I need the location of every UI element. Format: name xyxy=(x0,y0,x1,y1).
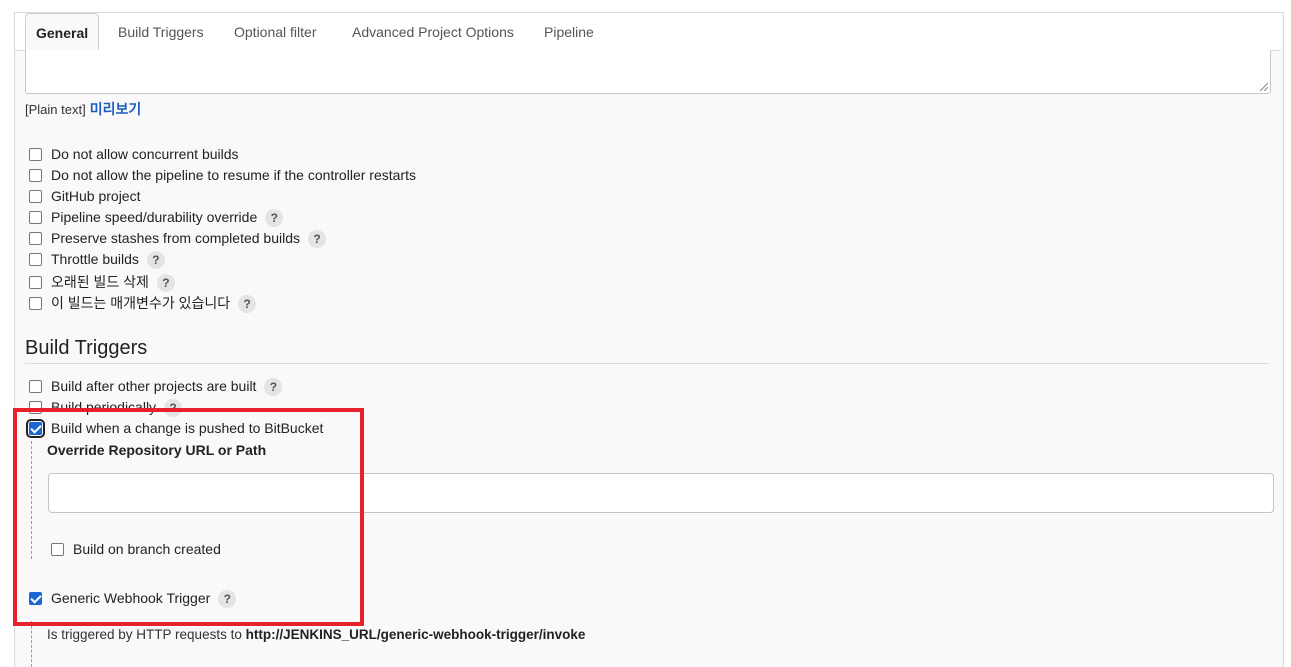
webhook-info-text: Is triggered by HTTP requests to http://… xyxy=(47,627,585,642)
checkbox[interactable] xyxy=(29,297,42,310)
checkbox[interactable] xyxy=(29,232,42,245)
option-no-resume-pipeline[interactable]: Do not allow the pipeline to resume if t… xyxy=(29,167,416,187)
trigger-bitbucket-push[interactable]: Build when a change is pushed to BitBuck… xyxy=(26,419,324,440)
help-icon[interactable]: ? xyxy=(156,274,175,293)
checkbox[interactable] xyxy=(29,190,42,203)
resize-handle-icon[interactable] xyxy=(1260,83,1268,91)
description-textarea[interactable] xyxy=(25,50,1271,94)
checkbox[interactable] xyxy=(29,253,42,266)
nested-options-guide xyxy=(31,621,32,667)
help-icon[interactable]: ? xyxy=(218,590,237,609)
override-repo-label: Override Repository URL or Path xyxy=(47,442,267,458)
tab-pipeline[interactable]: Pipeline xyxy=(534,13,604,50)
tab-optional-filter[interactable]: Optional filter xyxy=(224,13,326,50)
option-label: Build periodically xyxy=(51,399,157,415)
help-icon[interactable]: ? xyxy=(238,295,257,314)
option-label: 오래된 빌드 삭제 xyxy=(51,274,149,290)
tab-general[interactable]: General xyxy=(25,13,100,52)
trigger-build-periodically[interactable]: Build periodically? xyxy=(29,399,183,419)
option-label: Build on branch created xyxy=(73,541,221,557)
option-no-concurrent-builds[interactable]: Do not allow concurrent builds xyxy=(29,146,239,166)
tab-build-triggers[interactable]: Build Triggers xyxy=(108,13,214,50)
checkbox[interactable] xyxy=(51,543,64,556)
option-parameterized-build[interactable]: 이 빌드는 매개변수가 있습니다? xyxy=(29,293,257,314)
checkbox-checked[interactable] xyxy=(26,419,45,438)
option-discard-old-builds[interactable]: 오래된 빌드 삭제? xyxy=(29,272,175,293)
option-label: Build when a change is pushed to BitBuck… xyxy=(51,420,324,436)
plain-text-label: [Plain text] xyxy=(25,102,86,117)
option-github-project[interactable]: GitHub project xyxy=(29,188,140,208)
trigger-generic-webhook[interactable]: Generic Webhook Trigger? xyxy=(29,590,237,610)
description-format: [Plain text] 미리보기 xyxy=(25,99,141,119)
preview-link[interactable]: 미리보기 xyxy=(90,101,142,117)
checkbox[interactable] xyxy=(29,169,42,182)
checkbox[interactable] xyxy=(29,380,42,393)
tab-advanced-project-options[interactable]: Advanced Project Options xyxy=(342,13,524,50)
build-triggers-heading: Build Triggers xyxy=(25,337,148,359)
option-label: GitHub project xyxy=(51,188,141,204)
override-repo-input[interactable] xyxy=(48,473,1274,513)
trigger-after-other-projects[interactable]: Build after other projects are built? xyxy=(29,378,283,398)
option-preserve-stashes[interactable]: Preserve stashes from completed builds? xyxy=(29,230,326,250)
checkbox[interactable] xyxy=(29,211,42,224)
webhook-url: http://JENKINS_URL/generic-webhook-trigg… xyxy=(245,627,586,642)
checkbox[interactable] xyxy=(29,401,42,414)
option-pipeline-durability[interactable]: Pipeline speed/durability override? xyxy=(29,209,284,229)
option-label: Pipeline speed/durability override xyxy=(51,209,258,225)
help-icon[interactable]: ? xyxy=(264,378,283,397)
option-throttle-builds[interactable]: Throttle builds? xyxy=(29,251,165,271)
option-label: Do not allow concurrent builds xyxy=(51,146,239,162)
job-config-page: General Build Triggers Optional filter A… xyxy=(14,12,1284,667)
option-label: 이 빌드는 매개변수가 있습니다 xyxy=(51,295,231,311)
checkbox[interactable] xyxy=(29,276,42,289)
help-icon[interactable]: ? xyxy=(308,230,326,249)
config-tab-bar: General Build Triggers Optional filter A… xyxy=(15,13,1281,52)
checkbox-checked[interactable] xyxy=(29,592,42,605)
help-icon[interactable]: ? xyxy=(146,251,165,270)
section-divider xyxy=(25,363,1269,364)
option-label: Generic Webhook Trigger xyxy=(51,590,211,606)
nested-options-guide xyxy=(31,441,32,559)
webhook-info-prefix: Is triggered by HTTP requests to xyxy=(47,627,242,642)
option-label: Preserve stashes from completed builds xyxy=(51,230,300,246)
option-build-on-branch-created[interactable]: Build on branch created xyxy=(51,541,221,561)
help-icon[interactable]: ? xyxy=(164,399,183,418)
option-label: Throttle builds xyxy=(51,251,139,267)
option-label: Do not allow the pipeline to resume if t… xyxy=(51,167,416,183)
checkbox[interactable] xyxy=(29,148,42,161)
option-label: Build after other projects are built xyxy=(51,378,257,394)
help-icon[interactable]: ? xyxy=(265,209,284,228)
